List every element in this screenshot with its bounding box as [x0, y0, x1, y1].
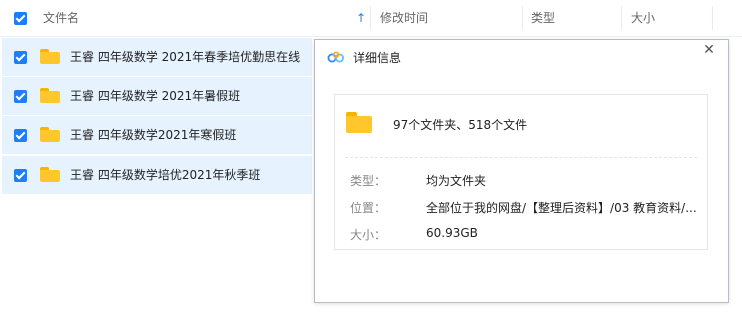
file-list-header: 文件名 ↑ 修改时间 类型 大小: [0, 0, 742, 37]
column-divider: [621, 6, 622, 30]
row-checkbox[interactable]: [14, 169, 27, 182]
size-value: 60.93GB: [426, 226, 478, 240]
file-row[interactable]: 王睿 四年级数学2021年寒假班: [2, 116, 312, 154]
column-header-type[interactable]: 类型: [531, 0, 555, 36]
column-divider: [370, 6, 371, 30]
type-value: 均为文件夹: [426, 174, 487, 188]
size-label: 大小：: [350, 228, 387, 242]
folder-icon: [40, 49, 60, 64]
close-icon[interactable]: ✕: [701, 42, 717, 58]
dialog-title: 详细信息: [353, 51, 402, 65]
location-value: 全部位于我的网盘/【整理后资料】/03 教育资料/...: [426, 201, 697, 215]
details-card: 97个文件夹、518个文件 类型： 均为文件夹 位置： 全部位于我的网盘/【整理…: [334, 94, 708, 250]
cloud-logo-icon: [327, 51, 344, 63]
file-row[interactable]: 王睿 四年级数学 2021年春季培优勤思在线: [2, 38, 312, 76]
folder-icon: [40, 88, 60, 103]
type-label: 类型：: [350, 174, 387, 188]
column-divider: [712, 6, 713, 30]
file-row[interactable]: 王睿 四年级数学 2021年暑假班: [2, 77, 312, 115]
row-checkbox[interactable]: [14, 129, 27, 142]
file-name[interactable]: 王睿 四年级数学 2021年春季培优勤思在线: [70, 38, 300, 76]
folder-icon: [40, 127, 60, 142]
folder-icon: [346, 112, 372, 133]
arrow-up-icon[interactable]: ↑: [356, 12, 366, 24]
details-dialog: 详细信息 ✕ 97个文件夹、518个文件 类型： 均为文件夹 位置： 全部位于我…: [314, 39, 729, 303]
row-checkbox[interactable]: [14, 51, 27, 64]
file-manager: 文件名 ↑ 修改时间 类型 大小 王睿 四年级数学 2021年春季培优勤思在线 …: [0, 0, 742, 327]
column-divider: [522, 6, 523, 30]
row-checkbox[interactable]: [14, 90, 27, 103]
file-name[interactable]: 王睿 四年级数学2021年寒假班: [70, 116, 236, 154]
column-header-modified[interactable]: 修改时间: [380, 0, 428, 36]
divider: [345, 157, 697, 159]
file-name[interactable]: 王睿 四年级数学培优2021年秋季班: [70, 156, 260, 194]
column-header-size[interactable]: 大小: [631, 0, 655, 36]
location-label: 位置：: [350, 201, 387, 215]
column-header-name[interactable]: 文件名: [43, 0, 79, 36]
folder-icon: [40, 167, 60, 182]
file-name[interactable]: 王睿 四年级数学 2021年暑假班: [70, 77, 240, 115]
selection-summary: 97个文件夹、518个文件: [393, 118, 528, 132]
file-row[interactable]: 王睿 四年级数学培优2021年秋季班: [2, 156, 312, 194]
select-all-checkbox[interactable]: [14, 12, 27, 25]
